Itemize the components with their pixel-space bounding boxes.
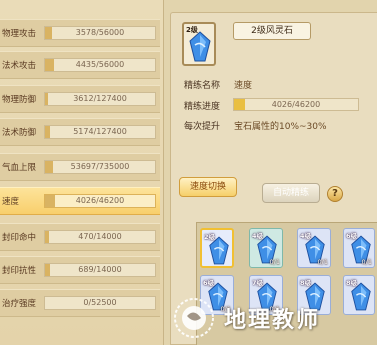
stat-value: 5174/127400 [73,127,127,136]
stat-row-seal-resist[interactable]: 封印抗性 689/14000 [0,256,160,284]
stat-progress-bar: 3578/56000 [44,26,156,40]
stat-value: 4026/46200 [75,196,125,205]
stat-value: 4435/56000 [75,60,125,69]
stat-value: 3612/127400 [73,94,127,103]
refine-name-label: 精练名称 [184,81,221,91]
stat-value: 689/14000 [78,265,122,274]
stat-label: 速度 [2,197,20,207]
speed-switch-button[interactable]: 速度切换 [179,177,237,197]
stat-row-speed[interactable]: 速度 4026/46200 [0,187,160,215]
gem-level-badge: 6级 [346,232,358,240]
selected-gem-slot[interactable]: 2级 [182,22,216,66]
gem-level-badge: 7级 [252,279,264,287]
stat-value: 0/52500 [83,298,117,307]
gem-count: 0/1 [361,258,372,266]
stat-progress-bar: 4435/56000 [44,58,156,72]
refine-name-value: 速度 [234,81,253,91]
auto-refine-button[interactable]: 自动精练 [262,183,320,203]
stat-progress-bar: 5174/127400 [44,125,156,139]
stat-label: 法术防御 [2,128,37,138]
gem-slot[interactable]: 6级 0/1 [343,228,375,268]
watermark-text: 地理教师 [224,308,321,333]
stat-progress-bar: 689/14000 [44,263,156,277]
stat-label: 物理防御 [2,95,37,105]
watermark-logo-icon [174,298,214,338]
gem-name: 2级风灵石 [233,22,311,40]
stats-panel: 物理攻击 3578/56000 法术攻击 4435/56000 物理防御 361… [0,0,164,345]
gem-level-badge: 8级 [346,279,358,287]
gem-slot[interactable]: 4级 0/1 [297,228,331,268]
wind-spirit-gem-icon [189,31,211,62]
stat-row-magic-attack[interactable]: 法术攻击 4435/56000 [0,51,160,79]
stat-label: 治疗强度 [2,299,37,309]
gem-level-badge: 8级 [300,279,312,287]
stat-label: 法术攻击 [2,61,37,71]
stat-label: 封印抗性 [2,266,37,276]
gem-level-badge: 6级 [203,279,215,287]
gem-count: 0/1 [317,258,328,266]
gem-level-badge: 2级 [204,233,216,241]
watermark: 地理教师 [172,291,377,345]
gem-slot[interactable]: 2级 [200,228,234,268]
refine-progress-value: 4026/46200 [271,100,321,109]
gem-count: 0/1 [269,258,280,266]
stat-label: 物理攻击 [2,29,37,39]
stat-label: 封印命中 [2,233,37,243]
stat-progress-bar: 53697/735000 [44,160,156,174]
per-upgrade-value: 宝石属性的10%~30% [234,122,327,132]
gem-level-badge: 4级 [252,232,264,240]
refine-progress-label: 精练进度 [184,102,221,112]
stat-row-max-hp[interactable]: 气血上限 53697/735000 [0,153,160,181]
gem-slot[interactable]: 4级 0/1 [249,228,283,268]
stat-progress-bar: 0/52500 [44,296,156,310]
stat-row-physical-attack[interactable]: 物理攻击 3578/56000 [0,19,160,47]
stat-value: 470/14000 [78,232,122,241]
per-upgrade-label: 每次提升 [184,122,221,132]
stat-row-magic-defense[interactable]: 法术防御 5174/127400 [0,118,160,146]
stat-row-seal-hit[interactable]: 封印命中 470/14000 [0,223,160,251]
stat-label: 气血上限 [2,163,37,173]
stat-value: 53697/735000 [70,162,130,171]
help-icon[interactable]: ? [327,186,343,202]
stat-progress-bar: 3612/127400 [44,92,156,106]
refine-progress-bar: 4026/46200 [233,98,359,111]
stat-value: 3578/56000 [75,28,125,37]
stat-row-physical-defense[interactable]: 物理防御 3612/127400 [0,85,160,113]
stat-progress-bar: 4026/46200 [44,194,156,208]
gem-level-badge: 4级 [300,232,312,240]
stat-row-heal-power[interactable]: 治疗强度 0/52500 [0,289,160,317]
stat-progress-bar: 470/14000 [44,230,156,244]
